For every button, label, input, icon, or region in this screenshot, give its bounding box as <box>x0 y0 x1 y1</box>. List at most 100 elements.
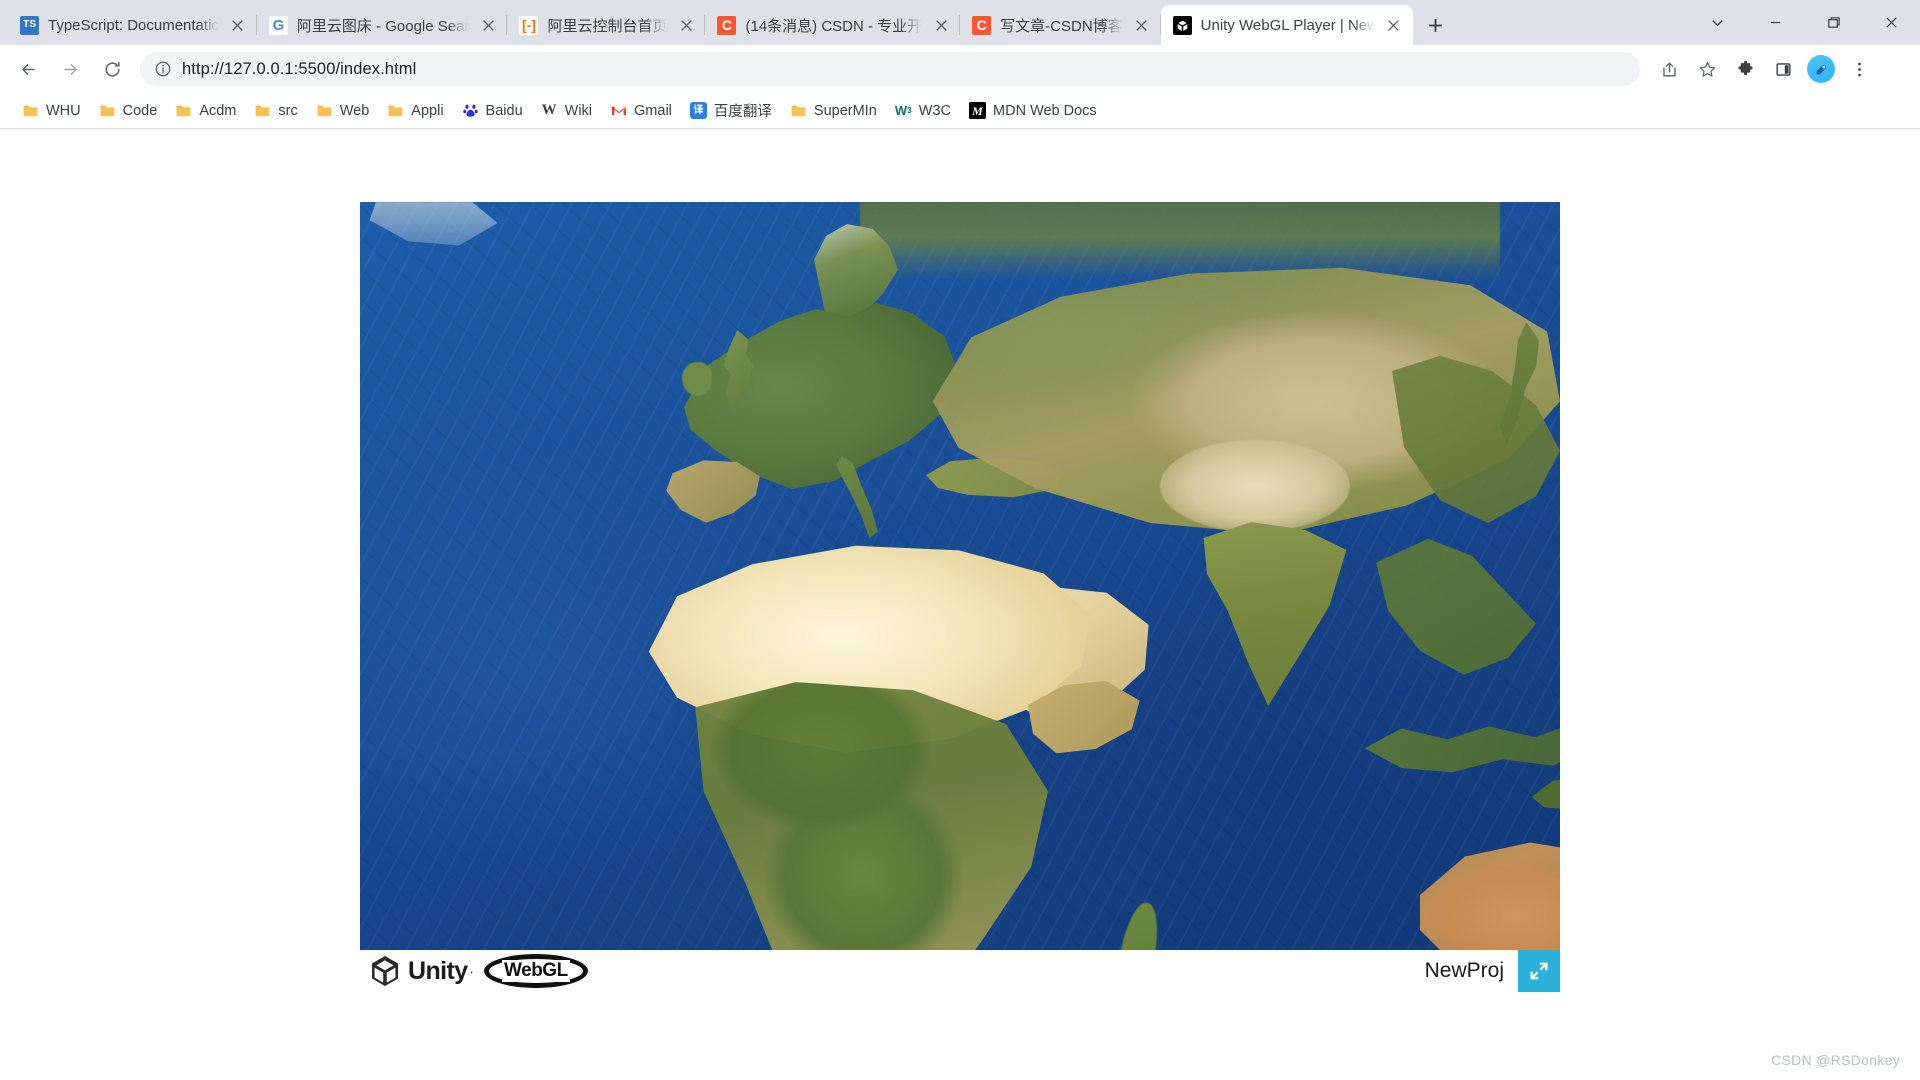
address-bar[interactable]: http://127.0.0.1:5500/index.html <box>140 52 1640 86</box>
tab-close-icon[interactable] <box>1381 12 1407 38</box>
reload-button[interactable] <box>94 51 130 87</box>
extensions-puzzle-icon[interactable] <box>1728 52 1762 86</box>
bookmark-appli[interactable]: Appli <box>379 98 451 124</box>
tab-title: 阿里云控制台首页 <box>547 17 668 35</box>
bookmark-src[interactable]: src <box>246 98 305 124</box>
bookmark-acdm[interactable]: Acdm <box>167 98 244 124</box>
browser-tab-aliyun-console[interactable]: [-] 阿里云控制台首页 <box>507 5 706 45</box>
chrome-menu-icon[interactable] <box>1842 52 1876 86</box>
tab-title: TypeScript: Documentatic <box>48 16 219 34</box>
browser-tab-google-search[interactable]: G 阿里云图床 - Google Sear <box>257 5 508 45</box>
window-minimize-button[interactable] <box>1746 0 1804 45</box>
bookmark-code[interactable]: Code <box>91 98 166 124</box>
bookmark-web[interactable]: Web <box>308 98 378 124</box>
landmass-northern-russia <box>860 202 1500 280</box>
folder-icon <box>387 102 404 119</box>
csdn-icon: C <box>972 15 992 35</box>
forward-button[interactable] <box>52 51 88 87</box>
tab-close-icon[interactable] <box>1129 12 1155 38</box>
profile-avatar[interactable] <box>1804 52 1838 86</box>
bookmark-label: Code <box>122 102 158 119</box>
back-button[interactable] <box>10 51 46 87</box>
window-controls <box>1688 0 1920 45</box>
bookmark-label: Appli <box>411 102 444 119</box>
tab-title: 写文章-CSDN博客 <box>1000 17 1123 35</box>
wikipedia-icon: W <box>541 102 557 118</box>
tab-title: (14条消息) CSDN - 专业开 <box>745 17 923 35</box>
bookmark-baidu[interactable]: Baidu <box>454 98 531 124</box>
aliyun-icon: [-] <box>519 15 539 35</box>
browser-tab-typescript[interactable]: TS TypeScript: Documentatic <box>8 5 257 45</box>
tab-close-icon[interactable] <box>928 12 954 38</box>
unity-footer-right: NewProj <box>1425 950 1560 992</box>
bookmark-label: Acdm <box>199 102 237 119</box>
unity-canvas[interactable] <box>360 202 1560 950</box>
tab-title: Unity WebGL Player | New <box>1200 16 1375 34</box>
page-content: Unity · WebGL NewProj CSDN @RSDonkey <box>0 129 1920 1080</box>
unity-webgl-player: Unity · WebGL NewProj <box>360 202 1560 992</box>
bookmark-mdn[interactable]: M MDN Web Docs <box>961 98 1105 124</box>
tab-title: 阿里云图床 - Google Sear <box>296 17 470 35</box>
site-info-icon[interactable] <box>154 60 172 78</box>
tab-strip: TS TypeScript: Documentatic G 阿里云图床 - Go… <box>0 0 1920 45</box>
bookmark-gmail[interactable]: Gmail <box>602 98 680 124</box>
window-maximize-button[interactable] <box>1804 0 1862 45</box>
bookmark-label: W3C <box>918 102 952 119</box>
bookmark-star-icon[interactable] <box>1690 52 1724 86</box>
fullscreen-button[interactable] <box>1518 950 1560 992</box>
unity-wordmark: Unity <box>408 956 468 985</box>
bookmark-w3c[interactable]: W3 W3C <box>887 98 959 124</box>
folder-icon <box>790 102 807 119</box>
bookmark-label: Web <box>339 102 370 119</box>
browser-tab-csdn-editor[interactable]: C 写文章-CSDN博客 <box>960 5 1161 45</box>
unity-logo: Unity · WebGL <box>368 950 588 992</box>
w3schools-icon: W3 <box>894 103 912 118</box>
unity-icon <box>1172 15 1192 35</box>
unity-footer-bar: Unity · WebGL NewProj <box>360 950 1560 992</box>
tab-close-icon[interactable] <box>475 12 501 38</box>
mdn-icon: M <box>969 102 987 119</box>
share-icon[interactable] <box>1652 52 1686 86</box>
unity-trademark: · <box>469 963 474 979</box>
google-icon: G <box>268 15 288 35</box>
browser-toolbar: http://127.0.0.1:5500/index.html <box>0 45 1920 93</box>
browser-tab-csdn-messages[interactable]: C (14条消息) CSDN - 专业开 <box>705 5 961 45</box>
bookmark-label: Wiki <box>564 102 593 119</box>
webgl-badge: WebGL <box>483 954 588 988</box>
landmass-tibetan-plateau <box>1160 440 1350 532</box>
side-panel-icon[interactable] <box>1766 52 1800 86</box>
tab-search-button[interactable] <box>1688 0 1746 45</box>
expand-arrows-icon <box>1530 962 1548 980</box>
project-name-label: NewProj <box>1424 959 1504 982</box>
new-tab-button[interactable] <box>1419 8 1453 42</box>
baidu-icon <box>462 102 479 119</box>
bookmarks-bar: WHU Code Acdm src Web Appli Baidu W Wiki… <box>0 93 1920 129</box>
bookmark-baidu-fanyi[interactable]: 译 百度翻译 <box>682 98 780 124</box>
bookmark-label: Gmail <box>634 102 672 119</box>
bookmark-label: MDN Web Docs <box>993 102 1097 119</box>
typescript-icon: TS <box>20 15 39 35</box>
bookmark-supermin[interactable]: SuperMIn <box>782 98 885 124</box>
browser-window: TS TypeScript: Documentatic G 阿里云图床 - Go… <box>0 0 1920 1080</box>
window-close-button[interactable] <box>1862 0 1920 45</box>
baidu-fanyi-icon: 译 <box>689 102 707 119</box>
csdn-watermark: CSDN @RSDonkey <box>1771 1052 1900 1068</box>
bookmark-label: Baidu <box>485 102 523 119</box>
tab-close-icon[interactable] <box>673 12 699 38</box>
address-bar-url[interactable]: http://127.0.0.1:5500/index.html <box>182 60 416 79</box>
csdn-icon: C <box>717 15 737 35</box>
browser-tab-unity-webgl[interactable]: Unity WebGL Player | New <box>1160 5 1413 45</box>
landmass-ireland <box>682 362 712 396</box>
bookmark-label: WHU <box>46 102 81 119</box>
bookmark-label: 百度翻译 <box>713 104 772 120</box>
folder-icon <box>99 102 116 119</box>
bookmark-label: src <box>278 102 298 119</box>
bookmark-whu[interactable]: WHU <box>14 98 89 124</box>
gmail-icon <box>610 102 627 119</box>
tab-close-icon[interactable] <box>225 12 251 38</box>
webgl-wordmark: WebGL <box>502 960 570 982</box>
unity-cube-icon <box>368 954 402 988</box>
folder-icon <box>22 102 39 119</box>
bookmark-wiki[interactable]: W Wiki <box>533 98 600 124</box>
folder-icon <box>254 102 271 119</box>
